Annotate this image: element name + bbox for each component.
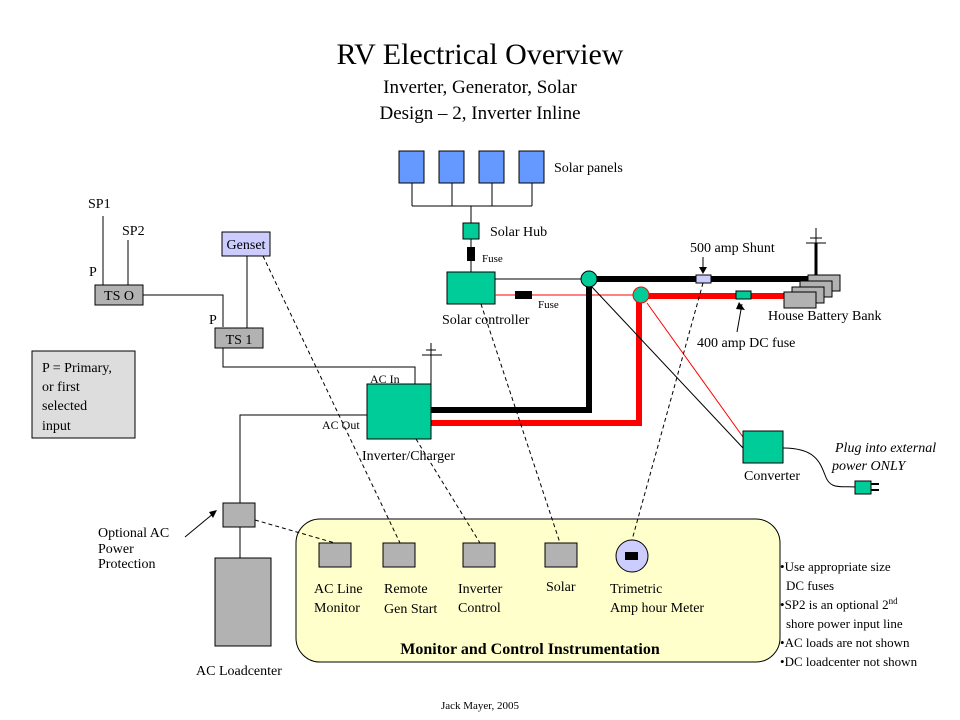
diagram-canvas: RV Electrical Overview Inverter, Generat… [31,38,936,712]
sp2-label: SP2 [122,224,145,239]
inverter-charger [366,383,432,440]
optional-ac-label-1: Optional AC [98,526,169,541]
instrument-label: Gen Start [384,602,437,617]
solar-panel [478,150,505,184]
shunt [695,274,712,284]
instrument-label: Inverter [458,582,503,597]
note-item: •DC loadcenter not shown [780,654,918,669]
diagram-title: RV Electrical Overview [337,38,624,71]
inverter-control [462,542,496,568]
dc-fuse-400a [735,290,752,300]
fuse-controller [515,291,532,299]
solar-controller-label: Solar controller [442,313,530,328]
optional-ac-arrow [184,512,215,538]
ac-loadcenter [214,557,272,647]
optional-ac-arrowhead [209,510,217,518]
instrument-label: Control [458,601,501,616]
fuse-solar-hub [467,247,475,261]
optional-ac-label-2: Power [98,542,134,557]
control-line-shunt [631,282,704,541]
dc-fuse-arrowhead [736,302,745,310]
instrumentation-title: Monitor and Control Instrumentation [400,641,660,658]
instrument-label: Monitor [314,601,360,616]
p-label-ts0: P [89,265,97,280]
genset-label: Genset [227,238,266,253]
battery-bank-label: House Battery Bank [768,309,882,324]
inverter-charger-label: Inverter/Charger [362,449,455,464]
instrument-label: Trimetric [610,582,662,597]
solar-panel-wiring [411,183,533,223]
power-plug-icon [854,480,872,495]
ts1-label: TS 1 [226,333,253,348]
solar-panel [518,150,545,184]
meter-display-icon [625,552,638,560]
optional-ac-label-3: Protection [98,557,156,572]
shunt-arrowhead [699,267,707,274]
note-item: •SP2 is an optional 2nd [780,596,898,612]
solar-hub-label: Solar Hub [490,225,547,240]
solar-panels-label: Solar panels [554,161,623,176]
ts0-label: TS O [104,289,134,304]
footer-credit: Jack Mayer, 2005 [441,700,520,712]
ac-out-label: AC Out [322,418,360,432]
instrument-label: Amp hour Meter [610,601,704,616]
solar-controller [446,271,496,305]
note-item-cont: DC fuses [786,578,834,593]
diagram-subtitle-2: Design – 2, Inverter Inline [379,103,580,124]
remote-gen-start [382,542,416,568]
solar-panel [398,150,425,184]
solar-monitor [544,542,578,568]
ground-symbol-icon [422,343,442,356]
sp1-label: SP1 [88,197,111,212]
dc-fuse-label: 400 amp DC fuse [697,336,795,351]
converter-label: Converter [744,469,800,484]
legend-line: P = Primary, [42,361,112,376]
shunt-label: 500 amp Shunt [690,241,775,256]
ac-power-protection [222,502,256,528]
ac-line-monitor [318,542,352,568]
solar-panel [438,150,465,184]
note-item-cont: shore power input line [786,616,903,631]
solar-hub [462,222,480,240]
converter [742,430,784,464]
positive-junction [632,286,650,304]
plug-prongs-icon [871,483,879,491]
diagram-subtitle-1: Inverter, Generator, Solar [383,77,577,98]
battery [783,291,817,309]
negative-junction [580,270,598,288]
ground-symbol-icon [806,228,826,244]
converter-positive-lead [646,302,744,438]
ac-loadcenter-label: AC Loadcenter [196,664,282,679]
house-battery-bank [783,228,841,309]
p-label-ts1: P [209,313,217,328]
note-item: •AC loads are not shown [780,635,910,650]
instrument-label: Solar [546,580,576,595]
fuse-top-label: Fuse [482,253,503,265]
plug-note-line2: power ONLY [831,459,907,474]
instrument-label: Remote [384,582,428,597]
plug-note-line1: Plug into external [834,441,936,456]
solar-panels [398,150,545,223]
note-item: •Use appropriate size [780,559,891,574]
legend-line: or first [42,380,80,395]
instrument-label: AC Line [314,582,363,597]
fuse-controller-label: Fuse [538,299,559,311]
ac-in-label: AC In [370,372,400,386]
legend-line: input [42,419,71,434]
notes: •Use appropriate size DC fuses •SP2 is a… [780,559,918,669]
legend-line: selected [42,399,87,414]
